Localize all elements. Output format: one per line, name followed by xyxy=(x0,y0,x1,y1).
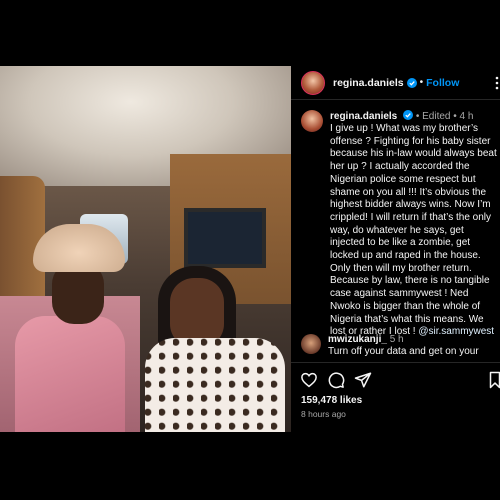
comment-item: mwizukanji_ 5 h Turn off your data and g… xyxy=(301,334,500,360)
author-avatar[interactable] xyxy=(301,70,325,95)
more-options-icon[interactable] xyxy=(494,76,500,90)
woman-dress xyxy=(145,338,285,432)
caption-text: I give up ! What was my brother’s offens… xyxy=(330,123,500,339)
verified-badge-icon xyxy=(406,77,417,88)
post-frame: regina.daniels • Follow regina.daniels •… xyxy=(0,66,500,432)
post-side-panel: regina.daniels • Follow regina.daniels •… xyxy=(291,66,500,432)
bookmark-icon[interactable] xyxy=(488,371,500,389)
post-time-ago[interactable]: 8 hours ago xyxy=(301,409,346,419)
comment-text: Turn off your data and get on your xyxy=(328,346,479,357)
man-hat xyxy=(33,224,125,272)
post-header: regina.daniels • Follow xyxy=(291,66,500,100)
likes-count[interactable]: 159,478 likes xyxy=(301,395,362,406)
comment-time[interactable]: 5 h xyxy=(390,334,404,345)
caption-separator: • xyxy=(453,111,457,122)
author-username[interactable]: regina.daniels xyxy=(333,77,404,89)
share-icon[interactable] xyxy=(354,371,372,389)
follow-button[interactable]: Follow xyxy=(426,77,459,89)
man-shirt xyxy=(15,316,125,432)
separator-dot: • xyxy=(419,77,424,88)
commenter-avatar[interactable] xyxy=(301,334,321,354)
post-caption: regina.daniels • Edited • 4 h I give up … xyxy=(301,110,500,339)
caption-author-username[interactable]: regina.daniels xyxy=(330,111,397,122)
caption-separator: • xyxy=(415,111,420,122)
caption-time[interactable]: 4 h xyxy=(460,111,474,122)
verified-badge-icon xyxy=(403,110,414,120)
caption-body: I give up ! What was my brother’s offens… xyxy=(330,123,497,338)
cabin-screen xyxy=(184,208,266,268)
post-actions: 159,478 likes 8 hours ago xyxy=(291,362,500,432)
heart-icon[interactable] xyxy=(300,371,318,389)
comment-icon[interactable] xyxy=(327,371,345,389)
caption-author-avatar[interactable] xyxy=(301,110,323,132)
commenter-username[interactable]: mwizukanji_ xyxy=(328,334,387,345)
edited-label: Edited xyxy=(422,111,451,122)
post-photo[interactable] xyxy=(0,66,291,432)
